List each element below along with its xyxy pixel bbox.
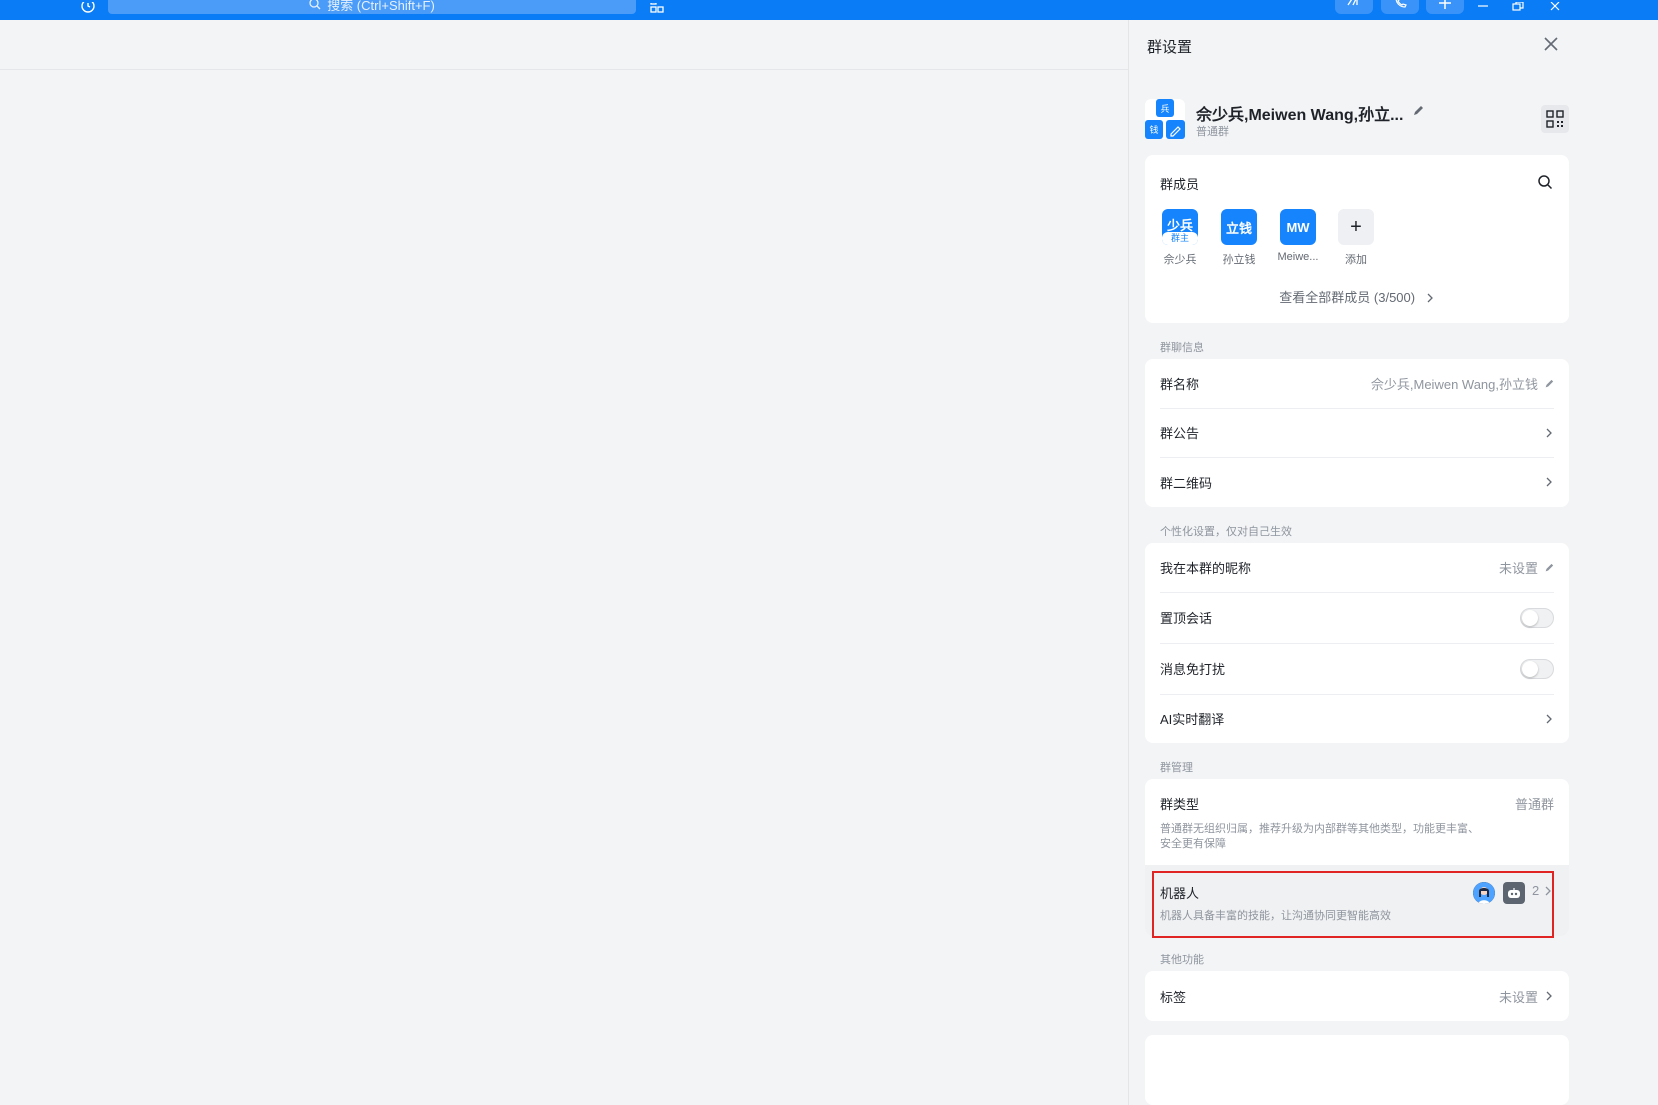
members-card: 群成员 少兵 群主 佘少兵 立钱 孙立钱 MW Meiwe... + 添加 查看… (1145, 155, 1569, 323)
apps-add-icon[interactable] (648, 0, 666, 20)
group-settings-panel: 群设置 兵 钱 佘少兵,Meiwen Wang,孙立... 普通群 群成员 少兵… (1128, 20, 1658, 1105)
toggle-knob (1522, 609, 1538, 626)
group-type-label: 普通群 (1196, 126, 1229, 138)
member-item[interactable]: 立钱 孙立钱 (1209, 209, 1269, 267)
owner-badge: 群主 (1162, 232, 1198, 245)
member-name: Meiwe... (1277, 251, 1319, 263)
minimize-icon (1478, 5, 1488, 7)
row-label: 群类型 (1160, 796, 1200, 812)
title-bar: 搜索 (Ctrl+Shift+F) (0, 0, 1658, 20)
row-value: 未设置 (1498, 561, 1538, 576)
my-nickname-row[interactable]: 我在本群的昵称 未设置 (1145, 543, 1569, 592)
mute-toggle[interactable] (1520, 658, 1554, 679)
avatar-char-bottom: 钱 (1149, 124, 1158, 136)
personal-settings-card: 我在本群的昵称 未设置 置顶会话 消息免打扰 AI实时翻译 (1145, 543, 1569, 743)
ai-translate-row[interactable]: AI实时翻译 (1145, 694, 1569, 743)
member-item[interactable]: MW Meiwe... (1268, 209, 1328, 263)
phone-icon (1395, 0, 1407, 8)
toggle-knob (1522, 660, 1538, 677)
desc-line: 安全更有保障 (1160, 838, 1226, 850)
chat-header-divider (0, 69, 1128, 70)
qr-code-button[interactable] (1541, 105, 1569, 133)
group-avatar[interactable]: 兵 钱 (1145, 99, 1185, 139)
add-member-label: 添加 (1345, 254, 1367, 266)
section-label-info: 群聊信息 (1160, 342, 1204, 354)
chat-area (0, 20, 1128, 1105)
desc-line: 普通群无组织归属，推荐升级为内部群等其他类型，功能更丰富、 (1160, 823, 1479, 835)
member-name: 孙立钱 (1222, 254, 1256, 266)
search-placeholder: 搜索 (Ctrl+Shift+F) (327, 0, 435, 13)
member-name: 佘少兵 (1163, 254, 1197, 266)
search-icon (1538, 175, 1553, 190)
group-type-description: 普通群无组织归属，推荐升级为内部群等其他类型，功能更丰富、 安全更有保障 (1160, 822, 1479, 852)
pin-chat-toggle[interactable] (1520, 607, 1554, 628)
member-search-button[interactable] (1537, 174, 1553, 190)
group-name: 佘少兵,Meiwen Wang,孙立... (1196, 107, 1404, 124)
avatar-char-top: 兵 (1160, 103, 1169, 115)
pin-chat-row: 置顶会话 (1145, 592, 1569, 643)
avatar: 立钱 (1221, 209, 1257, 245)
group-info-card: 群名称 佘少兵,Meiwen Wang,孙立钱 群公告 群二维码 (1145, 359, 1569, 507)
chevron-right-icon (1546, 991, 1552, 1001)
row-value: 普通群 (1514, 796, 1554, 812)
add-glyph: + (1350, 215, 1362, 238)
tags-row[interactable]: 标签 未设置 (1145, 971, 1569, 1021)
row-label: 我在本群的昵称 (1160, 561, 1252, 576)
avatar: 少兵 群主 (1162, 209, 1198, 245)
section-label-other: 其他功能 (1160, 954, 1204, 966)
group-name-row[interactable]: 群名称 佘少兵,Meiwen Wang,孙立钱 (1145, 359, 1569, 408)
row-label: 置顶会话 (1160, 611, 1213, 626)
view-all-members-link[interactable]: 查看全部群成员 (3/500) (1145, 287, 1569, 306)
row-label: 消息免打扰 (1160, 662, 1226, 677)
avatar-text: MW (1286, 219, 1310, 235)
plus-icon: + (1338, 209, 1374, 245)
avatar-text: 立钱 (1225, 220, 1252, 236)
add-member-button[interactable]: + 添加 (1326, 209, 1386, 267)
restore-button[interactable] (1507, 0, 1529, 14)
close-window-button[interactable] (1544, 0, 1566, 14)
highlight-box (1152, 871, 1554, 938)
call-button[interactable] (1381, 0, 1419, 14)
restore-icon (1512, 2, 1524, 11)
edit-name-icon[interactable] (1412, 104, 1424, 116)
section-label-manage: 群管理 (1160, 762, 1193, 774)
search-input[interactable]: 搜索 (Ctrl+Shift+F) (108, 0, 636, 14)
qr-code-icon (1546, 110, 1564, 128)
history-icon[interactable] (78, 0, 98, 20)
members-title: 群成员 (1160, 177, 1200, 192)
more-settings-card (1145, 1035, 1569, 1105)
avatar: MW (1280, 209, 1316, 245)
edit-icon (1545, 379, 1554, 387)
row-label: AI实时翻译 (1160, 712, 1225, 727)
group-type-row[interactable]: 群类型 普通群 (1145, 791, 1569, 815)
row-label: 群公告 (1160, 426, 1200, 441)
plus-icon (1439, 0, 1451, 9)
view-all-label: 查看全部群成员 (3/500) (1279, 290, 1416, 305)
row-label: 群名称 (1160, 377, 1200, 392)
row-value: 未设置 (1498, 989, 1538, 1005)
row-value: 佘少兵,Meiwen Wang,孙立钱 (1370, 377, 1538, 392)
edit-icon (1545, 563, 1554, 571)
chevron-right-icon (1546, 428, 1552, 437)
chevron-right-icon (1427, 293, 1433, 303)
panel-title: 群设置 (1147, 39, 1193, 56)
minimize-button[interactable] (1472, 0, 1494, 14)
ai-button[interactable] (1335, 0, 1373, 14)
group-announcement-row[interactable]: 群公告 (1145, 408, 1569, 457)
group-qr-row[interactable]: 群二维码 (1145, 457, 1569, 507)
mute-row: 消息免打扰 (1145, 643, 1569, 694)
row-label: 群二维码 (1160, 475, 1213, 491)
close-icon (1544, 37, 1558, 51)
row-label: 标签 (1160, 989, 1187, 1005)
close-panel-button[interactable] (1541, 34, 1561, 54)
chevron-right-icon (1546, 714, 1552, 723)
section-label-personal: 个性化设置，仅对自己生效 (1160, 526, 1292, 538)
create-button[interactable] (1426, 0, 1464, 14)
member-item[interactable]: 少兵 群主 佘少兵 (1150, 209, 1210, 267)
other-functions-card: 标签 未设置 (1145, 971, 1569, 1021)
search-icon (309, 0, 321, 10)
chevron-right-icon (1546, 477, 1552, 487)
close-icon (1550, 2, 1560, 11)
ai-icon (1347, 0, 1358, 6)
